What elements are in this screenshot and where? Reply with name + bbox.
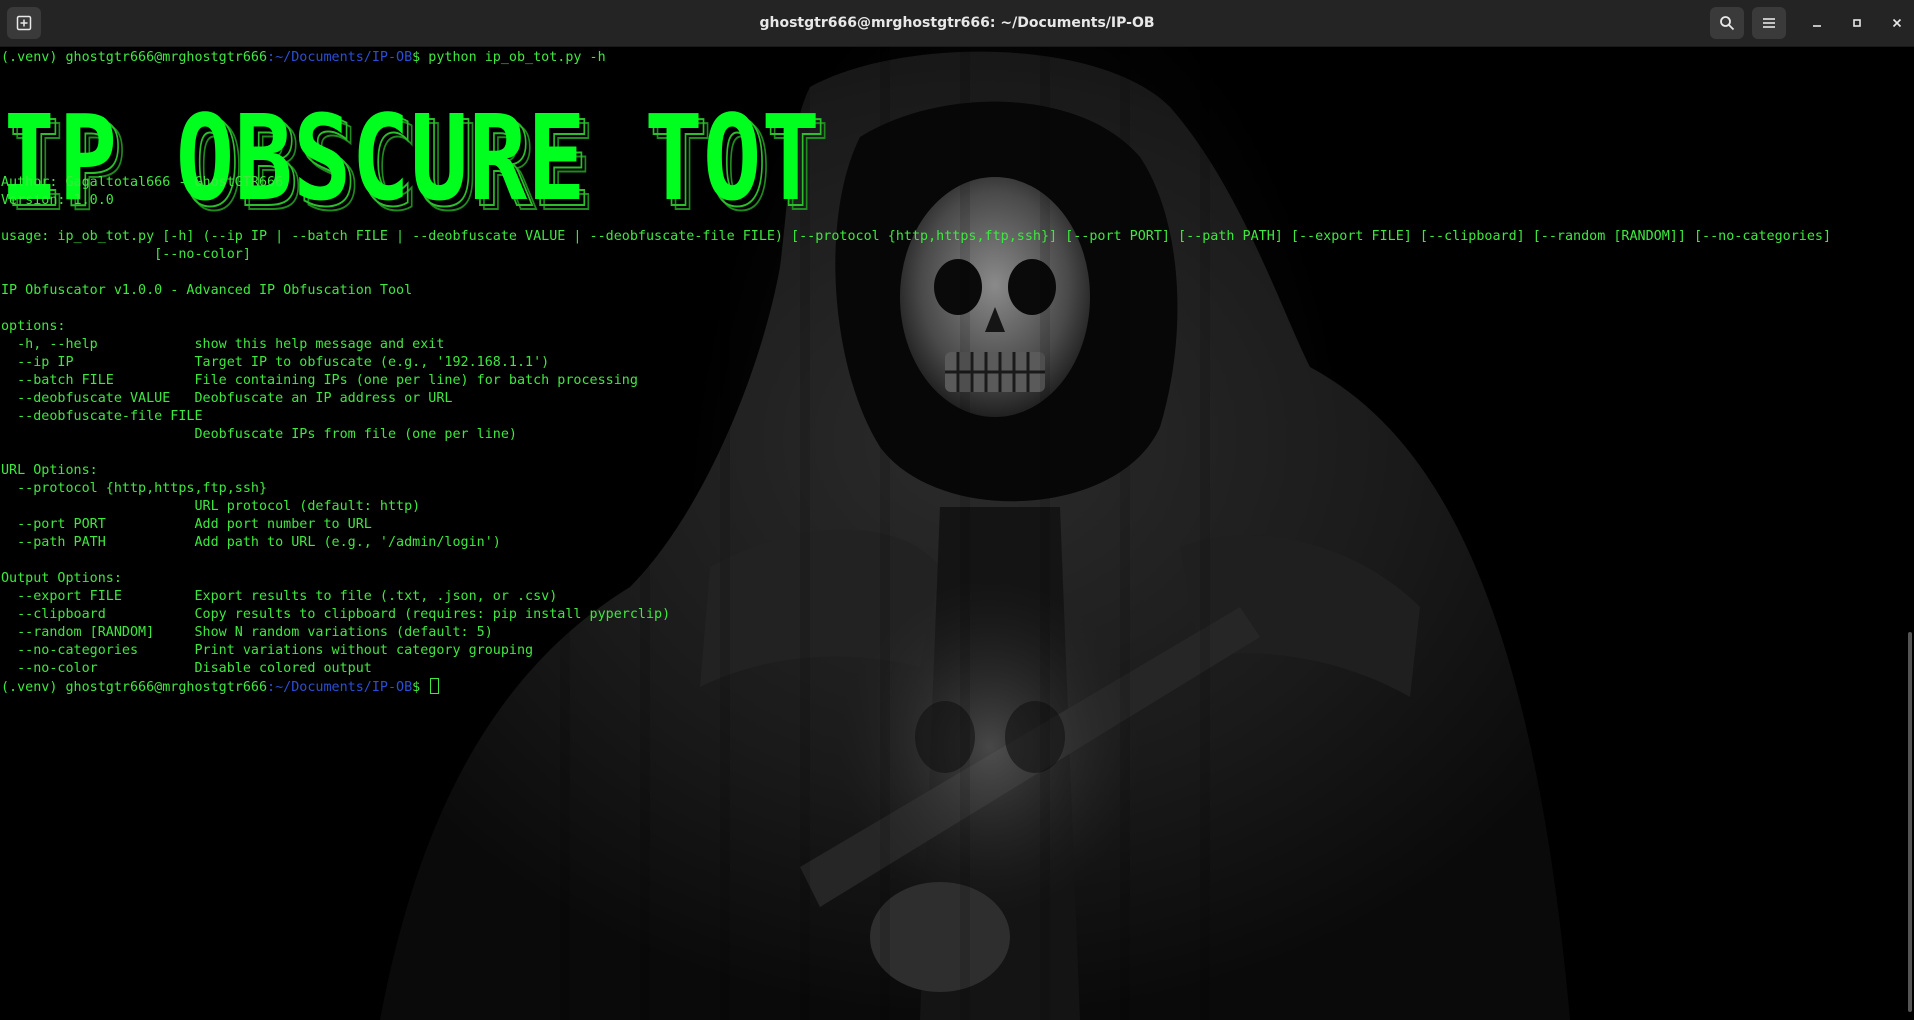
venv-label: (.venv) xyxy=(1,680,66,695)
banner-text: IP OBSCURE TOT xyxy=(0,89,820,227)
prompt-user-host: ghostgtr666@mrghostgtr666 xyxy=(65,680,268,695)
output-line-protocol-desc: URL protocol (default: http) xyxy=(1,499,421,514)
output-line-deobfuscate-file: --deobfuscate-file FILE xyxy=(1,409,203,424)
output-line-clipboard: --clipboard Copy results to clipboard (r… xyxy=(1,607,671,622)
terminal-area[interactable]: IP OBSCURE TOT IP OBSCURE TOT IP OBSCURE… xyxy=(0,47,1914,1020)
output-line-protocol: --protocol {http,https,ftp,ssh} xyxy=(1,481,268,496)
command-line: (.venv) ghostgtr666@mrghostgtr666:~/Docu… xyxy=(1,49,606,67)
scrollbar-thumb[interactable] xyxy=(1908,632,1912,1012)
output-line-deobfuscate: --deobfuscate VALUE Deobfuscate an IP ad… xyxy=(1,391,453,406)
output-line-options-header: options: xyxy=(1,319,66,334)
prompt-symbol: $ xyxy=(412,50,429,65)
prompt-path: :~/Documents/IP-OB xyxy=(267,50,413,65)
ascii-banner: IP OBSCURE TOT IP OBSCURE TOT IP OBSCURE… xyxy=(0,89,830,231)
minimize-button[interactable] xyxy=(1805,11,1829,35)
search-icon xyxy=(1720,16,1735,31)
window-title: ghostgtr666@mrghostgtr666: ~/Documents/I… xyxy=(759,15,1155,31)
output-line-random: --random [RANDOM] Show N random variatio… xyxy=(1,625,493,640)
output-line-usage-cont: [--no-color] xyxy=(1,247,251,262)
output-line-path: --path PATH Add path to URL (e.g., '/adm… xyxy=(1,535,501,550)
output-line-usage: usage: ip_ob_tot.py [-h] (--ip IP | --ba… xyxy=(1,229,1832,244)
output-line-help: -h, --help show this help message and ex… xyxy=(1,337,445,352)
output-line-port: --port PORT Add port number to URL xyxy=(1,517,372,532)
minimize-icon xyxy=(1813,25,1821,27)
command-text: python ip_ob_tot.py -h xyxy=(428,50,606,65)
menu-button[interactable] xyxy=(1752,7,1786,39)
output-line-url-options-header: URL Options: xyxy=(1,463,98,478)
output-line-ip: --ip IP Target IP to obfuscate (e.g., '1… xyxy=(1,355,550,370)
output-line-export: --export FILE Export results to file (.t… xyxy=(1,589,558,604)
output-line-batch: --batch FILE File containing IPs (one pe… xyxy=(1,373,638,388)
search-button[interactable] xyxy=(1710,7,1744,39)
close-icon xyxy=(1892,18,1902,28)
prompt-symbol: $ xyxy=(412,680,429,695)
prompt-path: :~/Documents/IP-OB xyxy=(267,680,413,695)
output-line-author: Author: Gagaltotal666 - GhostGTR666 xyxy=(1,175,284,190)
output-line-no-categories: --no-categories Print variations without… xyxy=(1,643,534,658)
output-line-version: Version: 1.0.0 xyxy=(1,193,114,208)
output-line-deobfuscate-file-desc: Deobfuscate IPs from file (one per line) xyxy=(1,427,517,442)
prompt-user-host: ghostgtr666@mrghostgtr666 xyxy=(65,50,268,65)
maximize-icon xyxy=(1853,19,1861,27)
close-button[interactable] xyxy=(1885,11,1909,35)
active-prompt-line[interactable]: (.venv) ghostgtr666@mrghostgtr666:~/Docu… xyxy=(1,678,440,696)
output-line-no-color: --no-color Disable colored output xyxy=(1,661,372,676)
venv-label: (.venv) xyxy=(1,50,66,65)
output-line-output-options-header: Output Options: xyxy=(1,571,122,586)
text-cursor xyxy=(430,678,440,694)
hamburger-menu-icon xyxy=(1763,18,1775,28)
title-bar: ghostgtr666@mrghostgtr666: ~/Documents/I… xyxy=(0,0,1914,47)
output-line-description: IP Obfuscator v1.0.0 - Advanced IP Obfus… xyxy=(1,283,413,298)
maximize-button[interactable] xyxy=(1845,11,1869,35)
